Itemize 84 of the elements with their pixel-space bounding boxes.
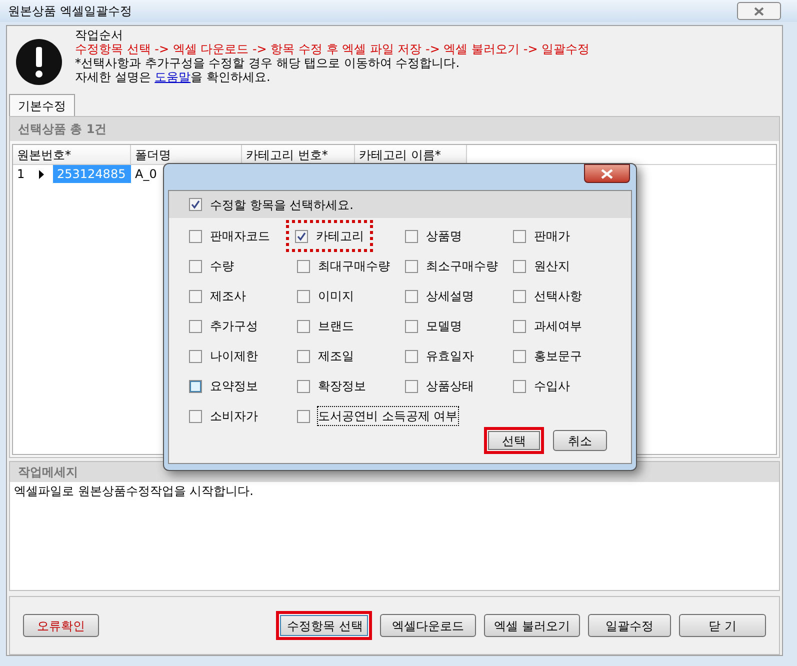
checkbox[interactable]: [405, 350, 418, 362]
checkbox-label: 추가구성: [210, 318, 258, 335]
tab[interactable]: 기본수정: [9, 94, 75, 116]
checkbox-label: 제조사: [210, 288, 246, 305]
checkbox-label: 수입사: [534, 378, 570, 395]
checkbox[interactable]: [189, 230, 202, 242]
checkbox-label: 소비자가: [210, 408, 258, 425]
close-icon: [601, 168, 613, 178]
checkbox-label: 확장정보: [318, 378, 366, 395]
checkbox[interactable]: [405, 290, 418, 302]
checkbox[interactable]: [405, 380, 418, 392]
checkbox-label: 판매가: [534, 228, 570, 245]
help-link[interactable]: 도움말: [154, 70, 191, 84]
warning-icon: [15, 38, 63, 86]
checkbox[interactable]: [297, 290, 310, 302]
column-header[interactable]: 폴더명: [131, 145, 242, 164]
check-icon: [191, 200, 200, 209]
checkbox-label: 선택사항: [534, 288, 582, 305]
checkbox[interactable]: [513, 380, 526, 392]
action-button[interactable]: 엑셀다운로드: [380, 614, 476, 637]
column-header[interactable]: 원본번호*: [13, 145, 131, 164]
checkbox-label: 판매자코드: [210, 228, 270, 245]
checkbox-label: 수정할 항목을 선택하세요.: [210, 196, 354, 214]
checkbox-label: 최대구매수량: [318, 258, 390, 275]
help-text: 을 확인하세요.: [190, 70, 270, 84]
checkbox-label: 최소구매수량: [426, 258, 498, 275]
info-heading: 작업순서: [75, 28, 124, 42]
checkbox[interactable]: [513, 290, 526, 302]
window-title: 원본상품 엑셀일괄수정: [8, 3, 132, 20]
column-header[interactable]: 카테고리 번호*: [242, 145, 355, 164]
message-text: 엑셀파일로 원본상품수정작업을 시작합니다.: [13, 483, 254, 500]
checkbox-label: 상품상태: [426, 378, 474, 395]
checkbox[interactable]: [405, 260, 418, 272]
checkbox[interactable]: [297, 260, 310, 272]
checkbox[interactable]: [189, 320, 202, 332]
section-header: 선택상품 총 1건: [10, 117, 779, 141]
checkbox-label: 유효일자: [426, 348, 474, 365]
checkbox[interactable]: [189, 198, 202, 211]
checkbox[interactable]: [513, 230, 526, 242]
checkbox[interactable]: [513, 320, 526, 332]
action-button[interactable]: 일괄수정: [588, 614, 671, 637]
checkbox[interactable]: [405, 230, 418, 242]
checkbox-label: 요약정보: [210, 378, 258, 395]
checkbox[interactable]: [297, 410, 310, 422]
checkbox[interactable]: [295, 230, 308, 242]
checkbox-label: 과세여부: [534, 318, 582, 335]
checkbox-label: 홍보문구: [534, 348, 582, 365]
checkbox[interactable]: [297, 380, 310, 392]
table-cell-text: A_0: [134, 166, 158, 183]
checkbox[interactable]: [189, 290, 202, 302]
checkbox-label: 도서공연비 소득공제 여부: [318, 407, 458, 425]
checkbox[interactable]: [297, 350, 310, 362]
checkbox-label: 수량: [210, 258, 234, 275]
dialog-button[interactable]: 선택: [484, 427, 544, 454]
checkbox-label: 카테고리: [316, 228, 364, 245]
row-number: 1: [16, 166, 26, 183]
checkbox[interactable]: [405, 320, 418, 332]
action-button[interactable]: 엑셀 불러오기: [484, 614, 580, 637]
checkbox[interactable]: [297, 320, 310, 332]
checkbox-label: 나이제한: [210, 348, 258, 365]
info-note: *선택사항과 추가구성을 수정할 경우 해당 탭으로 이동하여 수정합니다.: [75, 56, 461, 70]
checkbox-label: 제조일: [318, 348, 354, 365]
action-button[interactable]: 수정항목 선택: [276, 611, 372, 640]
checkbox-label: 모델명: [426, 318, 462, 335]
close-icon: [754, 6, 764, 16]
action-button[interactable]: 오류확인: [23, 614, 99, 637]
checkbox-label: 상품명: [426, 228, 462, 245]
dialog-button[interactable]: 취소: [553, 430, 607, 451]
checkbox-label: 원산지: [534, 258, 570, 275]
checkbox[interactable]: [513, 350, 526, 362]
help-text: 자세한 설명은: [75, 70, 152, 84]
checkbox[interactable]: [189, 260, 202, 272]
steps-text: 수정항목 선택 -> 엑셀 다운로드 -> 항목 수정 후 엑셀 파일 저장 -> 엑셀 불러오기 -> 일괄수정: [75, 42, 590, 56]
close-button[interactable]: [584, 164, 630, 183]
check-icon: [297, 232, 306, 240]
checkbox[interactable]: [189, 410, 202, 422]
table-cell: 253124885: [53, 165, 131, 183]
checkbox-label: 브랜드: [318, 318, 354, 335]
action-button[interactable]: 닫 기: [679, 614, 766, 637]
checkbox[interactable]: [513, 260, 526, 272]
checkbox[interactable]: [189, 350, 202, 362]
checkbox-label: 상세설명: [426, 288, 474, 305]
column-header[interactable]: 카테고리 이름*: [355, 145, 467, 164]
checkbox-label: 이미지: [318, 288, 354, 305]
